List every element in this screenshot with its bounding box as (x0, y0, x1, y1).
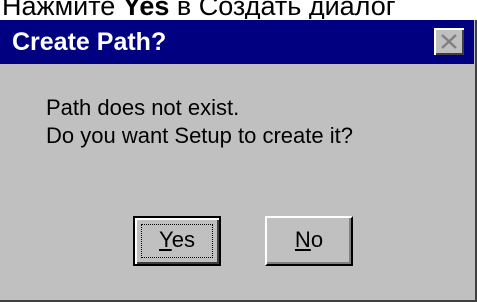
yes-label-rest: es (171, 227, 195, 252)
no-button[interactable]: No (265, 216, 353, 266)
yes-mnemonic: Y (159, 227, 172, 252)
dialog-titlebar[interactable]: Create Path? (0, 20, 474, 64)
yes-button-label: Yes (159, 227, 195, 252)
no-mnemonic: N (294, 227, 311, 252)
close-icon (441, 34, 457, 49)
caption-text-before: Нажмите (2, 0, 123, 19)
close-button[interactable] (434, 28, 464, 55)
message-line-2: Do you want Setup to create it? (46, 123, 353, 148)
create-path-dialog: Create Path? Path does not exist. Do you… (0, 20, 477, 302)
caption-text-bold: Yes (122, 0, 170, 19)
dialog-message: Path does not exist. Do you want Setup t… (46, 94, 353, 150)
message-line-1: Path does not exist. (46, 95, 240, 120)
dialog-title: Create Path? (12, 28, 167, 56)
yes-button[interactable]: Yes (133, 216, 221, 266)
background-caption: Нажмите Yes в Создать диалог (0, 0, 477, 19)
no-button-label: No (295, 227, 323, 252)
no-label-rest: o (310, 227, 324, 252)
caption-text-after: в Создать диалог (169, 0, 396, 19)
